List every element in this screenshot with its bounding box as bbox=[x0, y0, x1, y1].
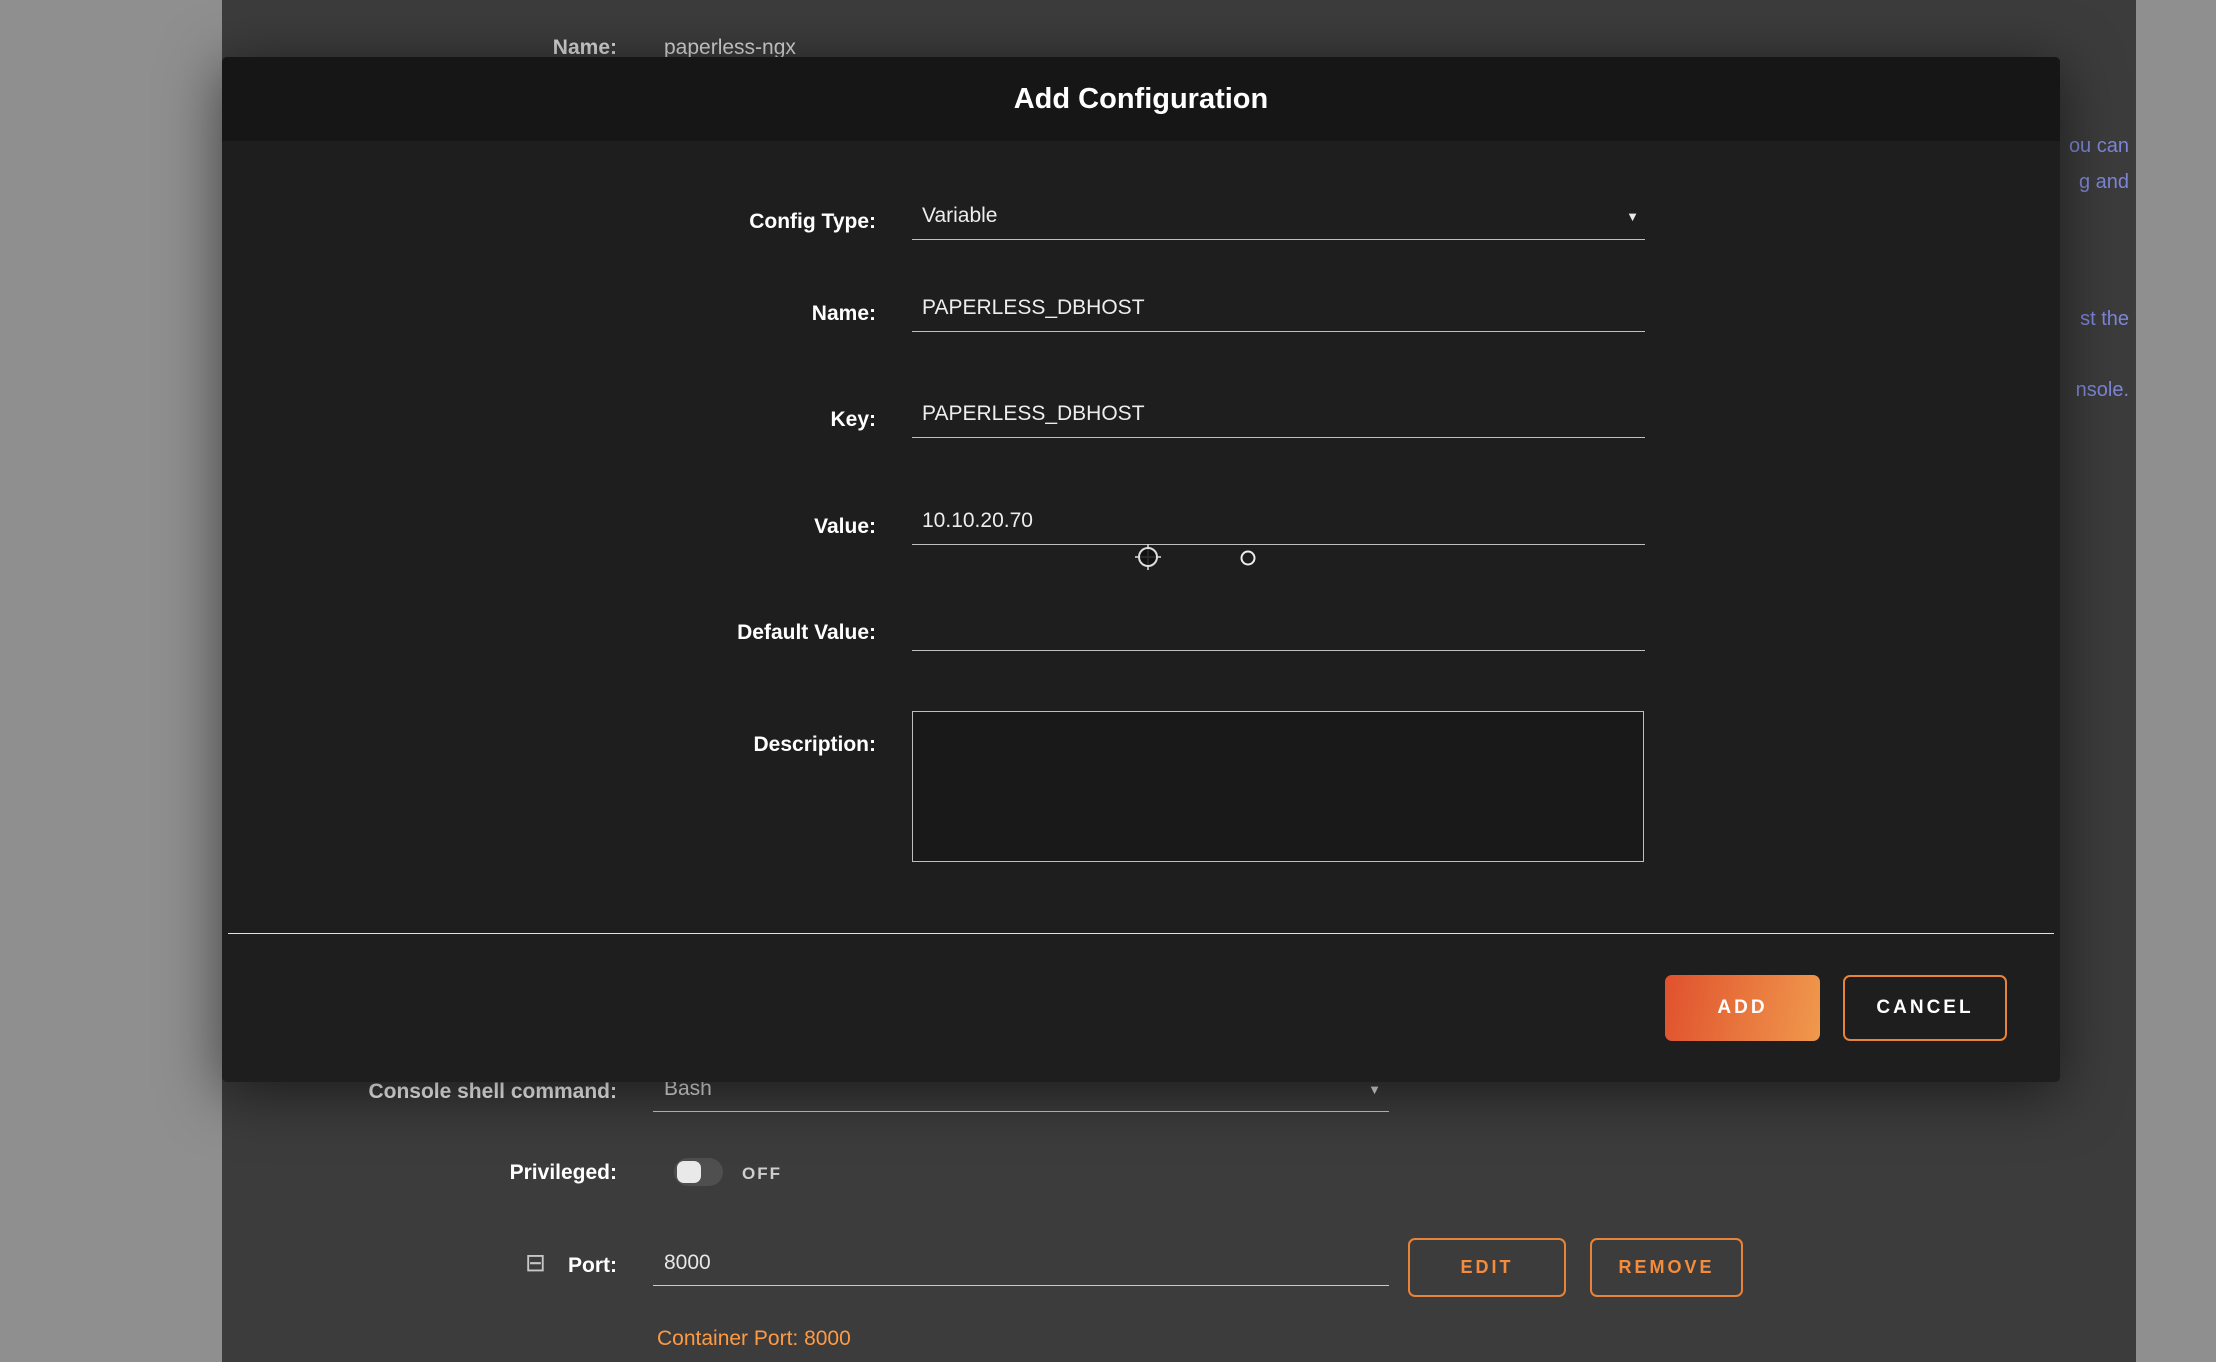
port-remove-button[interactable]: REMOVE bbox=[1590, 1238, 1743, 1297]
toggle-knob-icon bbox=[677, 1161, 701, 1183]
port-value: 8000 bbox=[664, 1251, 711, 1275]
value-label: Value: bbox=[222, 515, 876, 539]
add-button[interactable]: ADD bbox=[1665, 975, 1820, 1041]
key-input[interactable] bbox=[912, 402, 1645, 438]
key-label: Key: bbox=[222, 408, 876, 432]
value-input[interactable] bbox=[912, 509, 1645, 545]
clipped-help-text: st the bbox=[2080, 307, 2129, 331]
port-value-field[interactable]: 8000 bbox=[653, 1251, 1389, 1286]
clipped-help-text: g and bbox=[2079, 170, 2129, 194]
value-row: Value: bbox=[222, 497, 2060, 557]
privileged-label: Privileged: bbox=[222, 1161, 617, 1185]
name-input[interactable] bbox=[912, 296, 1645, 332]
caret-down-icon: ▼ bbox=[1626, 210, 1639, 223]
modal-footer-divider bbox=[228, 933, 2054, 934]
cancel-button[interactable]: CANCEL bbox=[1843, 975, 2007, 1041]
modal-header: Add Configuration bbox=[222, 57, 2060, 141]
name-label: Name: bbox=[222, 302, 876, 326]
caret-down-icon: ▼ bbox=[1368, 1083, 1381, 1096]
default-value-input[interactable] bbox=[912, 615, 1645, 651]
modal-title: Add Configuration bbox=[1014, 83, 1269, 116]
config-type-row: Config Type: Variable ▼ bbox=[222, 192, 2060, 252]
port-edit-button[interactable]: EDIT bbox=[1408, 1238, 1566, 1297]
console-shell-command-select[interactable]: Bash ▼ bbox=[653, 1077, 1389, 1112]
config-type-label: Config Type: bbox=[222, 210, 876, 234]
console-shell-command-label: Console shell command: bbox=[222, 1080, 617, 1104]
privileged-toggle-state: OFF bbox=[742, 1164, 782, 1184]
clipped-help-text: nsole. bbox=[2076, 378, 2129, 402]
privileged-toggle[interactable] bbox=[674, 1158, 723, 1186]
add-configuration-modal: Add Configuration Config Type: Variable … bbox=[222, 57, 2060, 1082]
description-textarea[interactable] bbox=[912, 711, 1644, 862]
key-row: Key: bbox=[222, 390, 2060, 450]
description-label: Description: bbox=[222, 733, 876, 757]
port-label: Port: bbox=[222, 1254, 617, 1278]
name-row: Name: bbox=[222, 284, 2060, 344]
default-value-row: Default Value: bbox=[222, 603, 2060, 663]
container-port-note: Container Port: 8000 bbox=[657, 1327, 851, 1351]
config-type-value: Variable bbox=[922, 204, 998, 228]
default-value-label: Default Value: bbox=[222, 621, 876, 645]
clipped-help-text: ou can bbox=[2069, 134, 2129, 158]
config-type-select[interactable]: Variable ▼ bbox=[912, 204, 1645, 240]
